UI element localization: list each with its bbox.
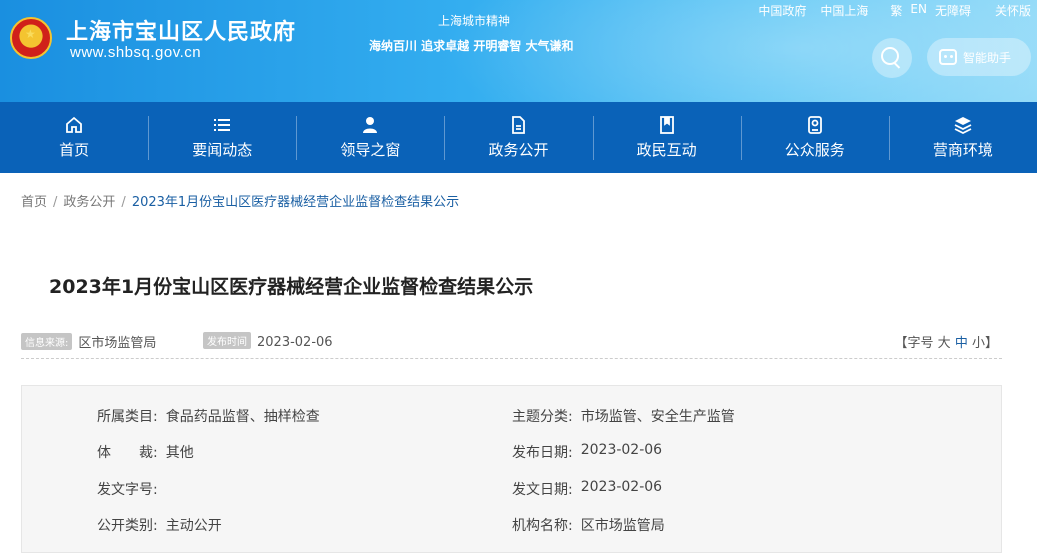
info-value: 2023-02-06 (580, 479, 663, 495)
info-value: 主动公开 (165, 518, 222, 534)
document-icon (508, 115, 528, 135)
robot-icon (939, 49, 957, 65)
city-spirit-title: 上海城市精神 (438, 14, 511, 28)
breadcrumb: 首页 / 政务公开 / 2023年1月份宝山区医疗器械经营企业监督检查结果公示 (21, 191, 459, 210)
layers-icon (953, 115, 973, 135)
top-links: 中国政府 中国上海 繁 EN 无障碍 关怀版 (758, 2, 1031, 19)
nav-label: 政务公开 (488, 141, 549, 159)
site-title[interactable]: 上海市宝山区人民政府 (66, 14, 296, 46)
info-key: 主题分类: (512, 409, 573, 425)
link-care-mode[interactable]: 关怀版 (995, 2, 1031, 19)
info-value: 其他 (165, 445, 194, 461)
info-key: 公开类别: (97, 518, 158, 534)
info-key: 发布日期: (512, 445, 573, 461)
city-spirit-text: 海纳百川 追求卓越 开明睿智 大气谦和 (369, 39, 574, 53)
nav-label: 公众服务 (784, 141, 845, 159)
bookmark-icon (657, 115, 677, 135)
info-key: 机构名称: (512, 518, 573, 534)
document-info-box: 所属类目: 食品药品监督、抽样检查 主题分类: 市场监管、安全生产监管 体 裁:… (21, 385, 1002, 553)
breadcrumb-section[interactable]: 政务公开 (63, 195, 115, 210)
service-icon (805, 115, 825, 135)
info-category: 所属类目: 食品药品监督、抽样检查 (97, 406, 320, 426)
nav-item-public-service[interactable]: 公众服务 (740, 102, 889, 173)
nav-item-news[interactable]: 要闻动态 (148, 102, 296, 173)
info-disclosure: 公开类别: 主动公开 (97, 515, 222, 535)
source-value: 区市场监管局 (78, 336, 157, 351)
font-size-switcher: 【字号 大 中 小】 (895, 332, 998, 351)
info-publish-date: 发布日期: 2023-02-06 (512, 442, 662, 462)
link-china-gov[interactable]: 中国政府 (758, 2, 806, 19)
nav-label: 首页 (59, 141, 90, 159)
info-document-number: 发文字号: (97, 479, 166, 499)
nav-item-business[interactable]: 营商环境 (888, 102, 1037, 173)
national-emblem-icon: ★ (10, 17, 52, 59)
info-value: 食品药品监督、抽样检查 (165, 409, 320, 425)
font-size-label: 【字号 (894, 336, 934, 351)
nav-item-interaction[interactable]: 政民互动 (592, 102, 741, 173)
info-genre: 体 裁: 其他 (97, 442, 194, 462)
font-size-large[interactable]: 大 (938, 336, 951, 351)
home-icon (64, 115, 84, 135)
nav-item-leaders[interactable]: 领导之窗 (296, 102, 444, 173)
link-traditional[interactable]: 繁 (890, 2, 902, 19)
info-value: 区市场监管局 (580, 518, 665, 534)
publish-time-value: 2023-02-06 (257, 335, 333, 350)
nav-label: 领导之窗 (340, 141, 401, 159)
info-organization: 机构名称: 区市场监管局 (512, 515, 665, 535)
breadcrumb-home[interactable]: 首页 (21, 195, 47, 210)
main-nav: 首页 要闻动态 领导之窗 政务公开 政民互动 公众服务 营商环境 (0, 102, 1037, 173)
link-accessibility[interactable]: 无障碍 (935, 2, 971, 19)
font-size-medium[interactable]: 中 (955, 336, 968, 351)
info-value: 市场监管、安全生产监管 (580, 409, 735, 425)
nav-item-home[interactable]: 首页 (0, 102, 148, 173)
link-shanghai[interactable]: 中国上海 (820, 2, 868, 19)
list-icon (212, 115, 232, 135)
search-icon[interactable] (872, 38, 912, 78)
nav-label: 要闻动态 (192, 141, 253, 159)
info-key: 发文日期: (512, 482, 573, 498)
info-key: 所属类目: (97, 409, 158, 425)
breadcrumb-separator: / (121, 195, 126, 210)
source-info: 信息来源: 区市场监管局 (21, 332, 156, 351)
info-topic: 主题分类: 市场监管、安全生产监管 (512, 406, 735, 426)
publish-time-tag: 发布时间 (203, 332, 251, 349)
publish-time-info: 发布时间 2023-02-06 (203, 332, 333, 350)
font-size-small[interactable]: 小】 (972, 336, 998, 351)
info-key: 体 裁: (97, 445, 158, 461)
site-domain: www.shbsq.gov.cn (70, 44, 202, 61)
nav-label: 营商环境 (932, 141, 993, 159)
person-icon (360, 115, 380, 135)
info-issue-date: 发文日期: 2023-02-06 (512, 479, 662, 499)
link-english[interactable]: EN (910, 2, 927, 19)
nav-label: 政民互动 (636, 141, 697, 159)
site-header: ★ 上海市宝山区人民政府 www.shbsq.gov.cn 上海城市精神 海纳百… (0, 0, 1037, 102)
article-title: 2023年1月份宝山区医疗器械经营企业监督检查结果公示 (49, 276, 534, 298)
breadcrumb-current[interactable]: 2023年1月份宝山区医疗器械经营企业监督检查结果公示 (132, 195, 459, 210)
assistant-label: 智能助手 (963, 50, 1012, 65)
nav-item-gov-affairs[interactable]: 政务公开 (444, 102, 592, 173)
source-tag: 信息来源: (21, 333, 73, 350)
info-key: 发文字号: (97, 482, 158, 498)
info-value: 2023-02-06 (580, 442, 663, 458)
smart-assistant-button[interactable]: 智能助手 (927, 38, 1031, 76)
article-meta: 信息来源: 区市场监管局 发布时间 2023-02-06 【字号 大 中 小】 (21, 332, 1002, 359)
breadcrumb-separator: / (53, 195, 58, 210)
